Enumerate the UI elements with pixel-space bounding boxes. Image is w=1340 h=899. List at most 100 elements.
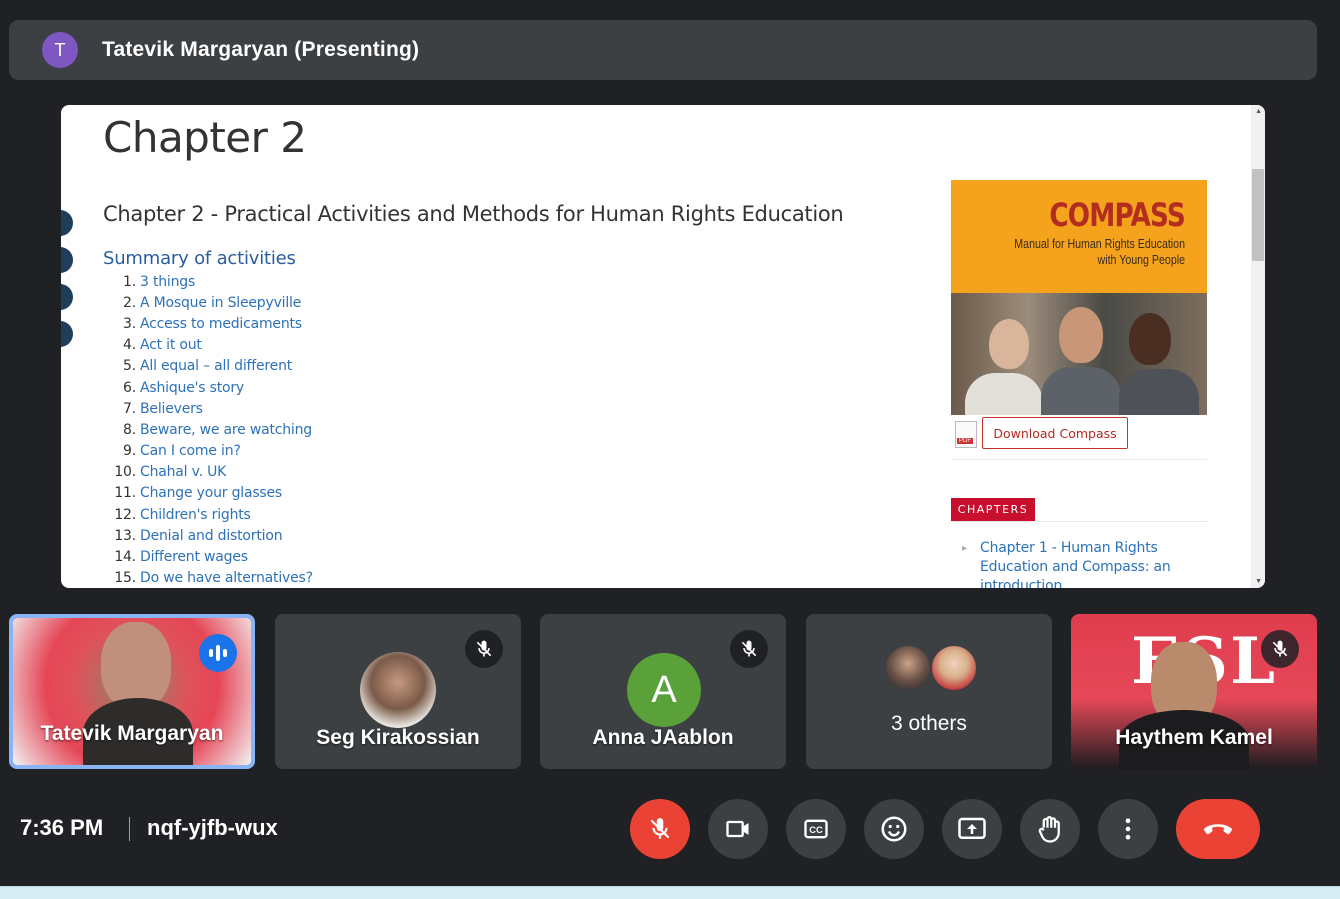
list-item[interactable]: 10. Chahal v. UK [103, 462, 313, 483]
activity-link[interactable]: All equal – all different [140, 358, 292, 374]
mic-off-icon [1261, 630, 1299, 668]
activity-link[interactable]: A Mosque in Sleepyville [140, 295, 301, 311]
list-item[interactable]: 1. 3 things [103, 271, 313, 292]
person-body [965, 373, 1043, 415]
list-item[interactable]: 13. Denial and distortion [103, 525, 313, 546]
book-cover: COMPASS Manual for Human Rights Educatio… [951, 180, 1207, 415]
presenter-avatar: T [42, 32, 78, 68]
mic-off-icon [730, 630, 768, 668]
share-icon[interactable] [61, 284, 73, 310]
activity-link[interactable]: Denial and distortion [140, 528, 283, 544]
item-number: 7. [123, 400, 136, 417]
hand-icon [1038, 816, 1060, 843]
book-cover-header: COMPASS Manual for Human Rights Educatio… [951, 180, 1207, 293]
list-item[interactable]: 7. Believers [103, 398, 313, 419]
share-icon[interactable] [61, 247, 73, 273]
activity-link[interactable]: Ashique's story [140, 380, 244, 396]
meeting-code[interactable]: nqf-yjfb-wux [147, 815, 278, 841]
share-icon[interactable] [61, 210, 73, 236]
share-icon[interactable] [61, 321, 73, 347]
list-item[interactable]: 6. Ashique's story [103, 377, 313, 398]
book-subtitle-1: Manual for Human Rights Education [1014, 237, 1185, 251]
reactions-button[interactable] [864, 799, 924, 859]
activity-link[interactable]: Can I come in? [140, 443, 241, 459]
activity-link[interactable]: Different wages [140, 549, 248, 565]
share-toolbar [61, 210, 73, 358]
person-face [1059, 307, 1103, 363]
activity-link[interactable]: Believers [140, 401, 203, 417]
speaking-indicator-icon [199, 634, 237, 672]
page-title: Chapter 2 [103, 113, 307, 162]
activity-link[interactable]: Beware, we are watching [140, 422, 312, 438]
activity-list: 1. 3 things 2. A Mosque in Sleepyville 3. A… [103, 271, 313, 588]
camera-icon [726, 820, 749, 838]
more-vert-icon [1125, 818, 1131, 840]
participant-avatar: A [627, 653, 701, 727]
hang-up-icon [1203, 824, 1233, 835]
scroll-up-icon[interactable]: ▲ [1255, 108, 1262, 115]
activity-link[interactable]: 3 things [140, 274, 195, 290]
item-number: 12. [114, 506, 136, 523]
list-item[interactable]: 3. Access to medicaments [103, 313, 313, 334]
activity-link[interactable]: Children's rights [140, 507, 251, 523]
chapter-link[interactable]: Chapter 1 - Human Rights Education and C… [962, 539, 1195, 588]
captions-button[interactable]: CC [786, 799, 846, 859]
participant-avatar [930, 644, 978, 692]
participant-tile[interactable]: 3 others [806, 614, 1052, 769]
list-item[interactable]: 2. A Mosque in Sleepyville [103, 292, 313, 313]
list-item[interactable]: 5. All equal – all different [103, 356, 313, 377]
item-number: 3. [123, 315, 136, 332]
raise-hand-button[interactable] [1020, 799, 1080, 859]
item-number: 8. [123, 421, 136, 438]
chapters-badge: CHAPTERS [951, 498, 1035, 521]
list-item[interactable]: 9. Can I come in? [103, 441, 313, 462]
participant-tile[interactable]: A Anna JAablon [540, 614, 786, 769]
item-number: 9. [123, 443, 136, 460]
divider [951, 459, 1207, 460]
pdf-icon: PDF [955, 421, 977, 448]
item-number: 10. [114, 464, 136, 481]
participant-name: Anna JAablon [592, 726, 734, 749]
activity-link[interactable]: Do we have alternatives? [140, 570, 313, 586]
participant-tile[interactable]: ESL Haythem Kamel [1071, 614, 1317, 769]
activity-link[interactable]: Act it out [140, 337, 202, 353]
scrollbar[interactable]: ▲ ▼ [1251, 105, 1265, 588]
activity-link[interactable]: Chahal v. UK [140, 464, 226, 480]
page-subtitle: Chapter 2 - Practical Activities and Met… [103, 202, 844, 226]
item-number: 14. [114, 549, 136, 566]
participant-face [101, 622, 171, 710]
scroll-down-icon[interactable]: ▼ [1255, 578, 1262, 585]
book-cover-photo [951, 293, 1207, 415]
person-body [1041, 367, 1121, 415]
camera-toggle-button[interactable] [708, 799, 768, 859]
list-item[interactable]: 15. Do we have alternatives? [103, 568, 313, 588]
summary-heading: Summary of activities [103, 248, 296, 269]
list-item[interactable]: 8. Beware, we are watching [103, 419, 313, 440]
download-button[interactable]: Download Compass [982, 417, 1128, 449]
list-item[interactable]: 14. Different wages [103, 546, 313, 567]
activity-link[interactable]: Change your glasses [140, 485, 282, 501]
participant-tile[interactable]: Tatevik Margaryan [9, 614, 255, 769]
book-subtitle-2: with Young People [1097, 253, 1185, 267]
present-button[interactable] [942, 799, 1002, 859]
item-number: 13. [114, 527, 136, 544]
others-label: 3 others [891, 712, 967, 735]
more-options-button[interactable] [1098, 799, 1158, 859]
item-number: 1. [123, 273, 136, 290]
shared-screen: Chapter 2 Chapter 2 - Practical Activiti… [61, 105, 1265, 588]
list-item[interactable]: 11. Change your glasses [103, 483, 313, 504]
mic-toggle-button[interactable] [630, 799, 690, 859]
participant-name: Seg Kirakossian [316, 726, 480, 749]
scroll-thumb[interactable] [1252, 169, 1264, 261]
participant-tile[interactable]: Seg Kirakossian [275, 614, 521, 769]
list-item[interactable]: 4. Act it out [103, 335, 313, 356]
item-number: 15. [114, 570, 136, 587]
item-number: 6. [123, 379, 136, 396]
leave-call-button[interactable] [1176, 799, 1260, 859]
participant-name: Haythem Kamel [1115, 726, 1273, 749]
list-item[interactable]: 12. Children's rights [103, 504, 313, 525]
emoji-icon [881, 816, 907, 842]
participant-name: Tatevik Margaryan [40, 722, 224, 745]
activity-link[interactable]: Access to medicaments [140, 316, 302, 332]
captions-icon: CC [804, 819, 828, 839]
